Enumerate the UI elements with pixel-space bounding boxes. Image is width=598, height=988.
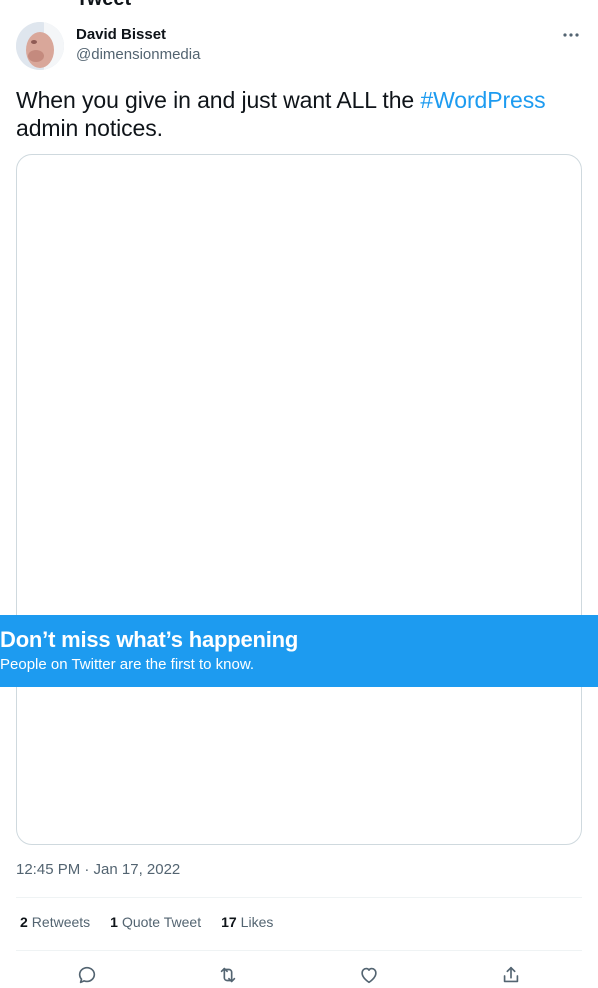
tweet-text: When you give in and just want ALL the #… — [16, 86, 582, 142]
retweets-stat[interactable]: 2 Retweets — [20, 914, 90, 934]
tweet-actions — [16, 962, 582, 988]
avatar[interactable] — [16, 22, 64, 70]
share-icon[interactable] — [498, 962, 524, 988]
likes-stat[interactable]: 17 Likes — [221, 914, 273, 934]
tweet-header: David Bisset @dimensionmedia — [16, 22, 582, 70]
banner-title: Don’t miss what’s happening — [0, 627, 299, 652]
divider — [16, 950, 582, 951]
page-title: Tweet — [76, 0, 131, 11]
hashtag-link[interactable]: #WordPress — [420, 87, 545, 113]
quotes-count: 1 — [110, 914, 118, 930]
tweet-timestamp[interactable]: 12:45 PM · Jan 17, 2022 — [16, 861, 180, 878]
author-handle[interactable]: @dimensionmedia — [76, 46, 200, 63]
reply-icon[interactable] — [74, 962, 100, 988]
tweet-stats: 2 Retweets 1 Quote Tweet 17 Likes — [20, 914, 273, 934]
retweets-label: Retweets — [31, 914, 91, 930]
quotes-label: Quote Tweet — [121, 914, 202, 930]
more-icon[interactable] — [560, 24, 582, 46]
divider — [16, 897, 582, 898]
quote-tweets-stat[interactable]: 1 Quote Tweet — [110, 914, 201, 934]
tweet-text-after: admin notices. — [16, 115, 163, 141]
likes-count: 17 — [221, 914, 237, 930]
author-name[interactable]: David Bisset — [76, 26, 166, 43]
likes-label: Likes — [240, 914, 274, 930]
retweet-icon[interactable] — [215, 962, 241, 988]
signup-banner[interactable]: Don’t miss what’s happening People on Tw… — [0, 615, 598, 687]
banner-subtitle: People on Twitter are the first to know. — [0, 656, 255, 673]
retweets-count: 2 — [20, 914, 28, 930]
tweet-media[interactable] — [16, 154, 582, 845]
tweet-text-before: When you give in and just want ALL the — [16, 87, 421, 113]
heart-icon[interactable] — [356, 962, 382, 988]
